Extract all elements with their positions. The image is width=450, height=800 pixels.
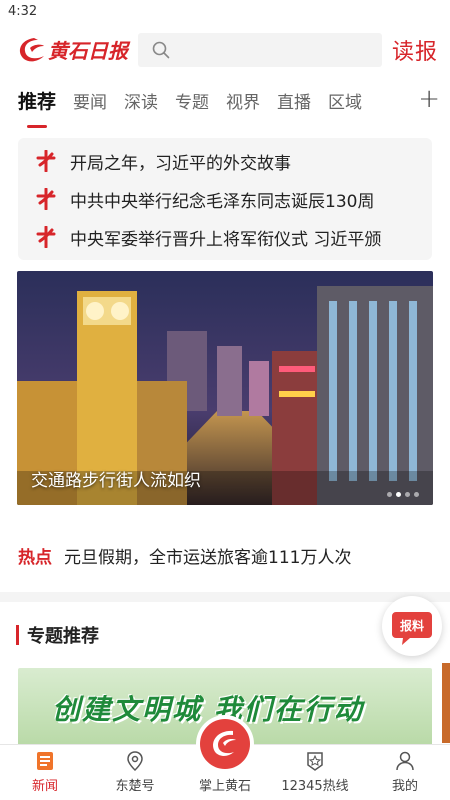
brand-logo-icon — [196, 715, 254, 773]
tab-label: 掌上黄石 — [198, 779, 251, 794]
top-bar: 黄石日报 读报 — [0, 24, 450, 76]
bottom-tab-bar: 新闻 东楚号 掌上黄石 12345热线 我的 — [0, 715, 450, 800]
search-bar[interactable] — [138, 33, 382, 67]
add-channel-icon[interactable]: + — [418, 84, 440, 114]
headline-list: 开局之年，习近平的外交故事 中共中央举行纪念毛泽东同志诞辰130周 中央军委举行… — [18, 138, 432, 260]
app-logo[interactable]: 黄石日报 — [14, 32, 132, 68]
banner-caption: 交通路步行街人流如织 — [31, 471, 201, 491]
tab-label: 东楚号 — [115, 779, 155, 794]
party-emblem-icon — [36, 188, 56, 210]
next-promo-edge[interactable] — [442, 663, 450, 743]
carousel-dot[interactable] — [387, 492, 392, 497]
tab-deep-read[interactable]: 深读 — [124, 88, 158, 113]
hotline-badge-icon — [306, 750, 324, 772]
tab-mine[interactable]: 我的 — [360, 745, 450, 800]
headline-text: 中央军委举行晋升上将军衔仪式 习近平颁 — [70, 229, 382, 250]
banner-carousel[interactable]: 交通路步行街人流如织 — [17, 271, 433, 505]
channel-tabs: 推荐 要闻 深读 专题 视界 直播 区域 + — [0, 76, 450, 124]
report-label: 报料 — [400, 618, 424, 633]
hot-tag: 热点 — [18, 547, 52, 568]
status-bar: 4:32 — [0, 0, 450, 24]
svg-text:黄石日报: 黄石日报 — [48, 39, 131, 63]
tab-label: 我的 — [391, 779, 418, 794]
tab-topics[interactable]: 专题 — [175, 88, 209, 113]
hot-news-text: 元旦假期，全市运送旅客逾111万人次 — [64, 547, 352, 568]
tab-recommend[interactable]: 推荐 — [18, 87, 56, 114]
tab-dongchu[interactable]: 东楚号 — [90, 745, 180, 800]
tab-huangshi[interactable]: 掌上黄石 — [180, 715, 270, 800]
headline-item[interactable]: 中央军委举行晋升上将军衔仪式 习近平颁 — [18, 218, 432, 256]
headline-text: 中共中央举行纪念毛泽东同志诞辰130周 — [70, 191, 375, 212]
report-bubble-icon: 报料 — [392, 612, 432, 645]
headline-item[interactable]: 开局之年，习近平的外交故事 — [18, 142, 432, 180]
hot-news-item[interactable]: 热点 元旦假期，全市运送旅客逾111万人次 — [0, 535, 450, 575]
logo-swirl-icon: 黄石日报 — [19, 38, 131, 63]
tab-region[interactable]: 区域 — [328, 88, 362, 113]
section-divider — [0, 592, 450, 602]
tab-label: 新闻 — [31, 779, 58, 794]
party-emblem-icon — [36, 150, 56, 172]
location-pin-icon — [126, 750, 144, 772]
read-paper-button[interactable]: 读报 — [392, 34, 438, 66]
tab-vision[interactable]: 视界 — [226, 88, 260, 113]
status-time: 4:32 — [8, 4, 38, 19]
section-title: 专题推荐 — [27, 626, 99, 647]
search-icon — [152, 41, 170, 59]
carousel-dots — [387, 492, 419, 497]
tab-label: 12345热线 — [281, 779, 349, 794]
party-emblem-icon — [36, 226, 56, 248]
carousel-dot[interactable] — [405, 492, 410, 497]
report-news-button[interactable]: 报料 — [382, 596, 442, 656]
headline-item[interactable]: 中共中央举行纪念毛泽东同志诞辰130周 — [18, 180, 432, 218]
tab-live[interactable]: 直播 — [277, 88, 311, 113]
headline-text: 开局之年，习近平的外交故事 — [70, 153, 291, 174]
tab-news-home[interactable]: 新闻 — [0, 745, 90, 800]
news-icon — [36, 750, 54, 772]
tab-hotline[interactable]: 12345热线 — [270, 745, 360, 800]
carousel-dot-active[interactable] — [396, 492, 401, 497]
carousel-dot[interactable] — [414, 492, 419, 497]
section-accent-bar — [16, 625, 19, 645]
user-icon — [396, 750, 414, 772]
tab-news[interactable]: 要闻 — [73, 88, 107, 113]
